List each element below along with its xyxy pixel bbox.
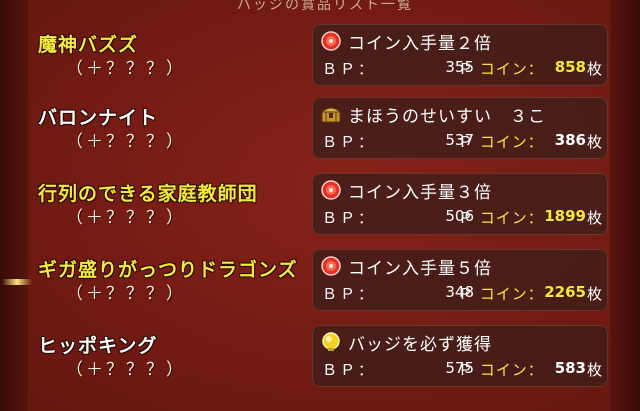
team-name: 魔神バズズ: [38, 34, 139, 56]
reward-text: まほうのせいすい ３こ: [348, 107, 546, 127]
list-item[interactable]: 魔神バズズ （＋？？？） コイン入手量２倍 ＢＰ： 355 Ｐ コイン： 858…: [0, 24, 640, 94]
coin-medal-icon: [321, 256, 341, 276]
bp-label: ＢＰ：: [322, 285, 377, 303]
bp-label: ＢＰ：: [322, 133, 377, 151]
coin-unit: 枚: [587, 209, 603, 227]
bp-label: ＢＰ：: [322, 60, 377, 78]
team-bonus: （＋？？？）: [66, 284, 186, 304]
page-title: バッジの賞品リスト一覧: [237, 0, 413, 13]
team-bonus: （＋？？？）: [66, 59, 186, 79]
team-name: 行列のできる家庭教師団: [38, 183, 258, 205]
coin-value: 583: [554, 359, 586, 377]
reward-card: コイン入手量３倍 ＢＰ： 506 Ｐ コイン： 1899 枚: [312, 173, 608, 235]
list-item[interactable]: ヒッポキング （＋？？？） バッジを必ず獲得 ＢＰ： 575 Ｐ コイン： 58…: [0, 325, 640, 395]
bp-label: ＢＰ：: [322, 209, 377, 227]
bp-label: ＢＰ：: [322, 361, 377, 379]
treasure-chest-icon: [321, 107, 341, 123]
team-name: ヒッポキング: [38, 335, 158, 357]
coin-medal-icon: [321, 180, 341, 200]
reward-card: コイン入手量２倍 ＢＰ： 355 Ｐ コイン： 858 枚: [312, 24, 608, 86]
coin-value: 386: [554, 131, 586, 149]
coin-value: 1899: [544, 207, 586, 225]
coin-value: 858: [554, 58, 586, 76]
team-bonus: （＋？？？）: [66, 132, 186, 152]
list-item[interactable]: ギガ盛りがっつりドラゴンズ （＋？？？） コイン入手量５倍 ＢＰ： 348 Ｐ …: [0, 249, 640, 319]
team-name: ギガ盛りがっつりドラゴンズ: [38, 259, 298, 281]
badge-icon: [322, 332, 340, 351]
coin-unit: 枚: [587, 361, 603, 379]
list-item[interactable]: バロンナイト （＋？？？） まほうのせいすい ３こ ＢＰ： 537 Ｐ コイン：…: [0, 97, 640, 167]
reward-text: コイン入手量５倍: [348, 259, 492, 279]
reward-card: コイン入手量５倍 ＢＰ： 348 Ｐ コイン： 2265 枚: [312, 249, 608, 311]
team-bonus: （＋？？？）: [66, 360, 186, 380]
coin-unit: 枚: [587, 60, 603, 78]
reward-card: まほうのせいすい ３こ ＢＰ： 537 Ｐ コイン： 386 枚: [312, 97, 608, 159]
coin-unit: 枚: [587, 133, 603, 151]
reward-text: コイン入手量３倍: [348, 183, 492, 203]
coin-value: 2265: [544, 283, 586, 301]
reward-text: コイン入手量２倍: [348, 34, 492, 54]
reward-card: バッジを必ず獲得 ＢＰ： 575 Ｐ コイン： 583 枚: [312, 325, 608, 387]
team-name: バロンナイト: [38, 107, 159, 129]
coin-medal-icon: [321, 31, 341, 51]
coin-unit: 枚: [587, 285, 603, 303]
list-item[interactable]: 行列のできる家庭教師団 （＋？？？） コイン入手量３倍 ＢＰ： 506 Ｐ コイ…: [0, 173, 640, 243]
reward-text: バッジを必ず獲得: [348, 335, 492, 355]
team-bonus: （＋？？？）: [66, 208, 186, 228]
